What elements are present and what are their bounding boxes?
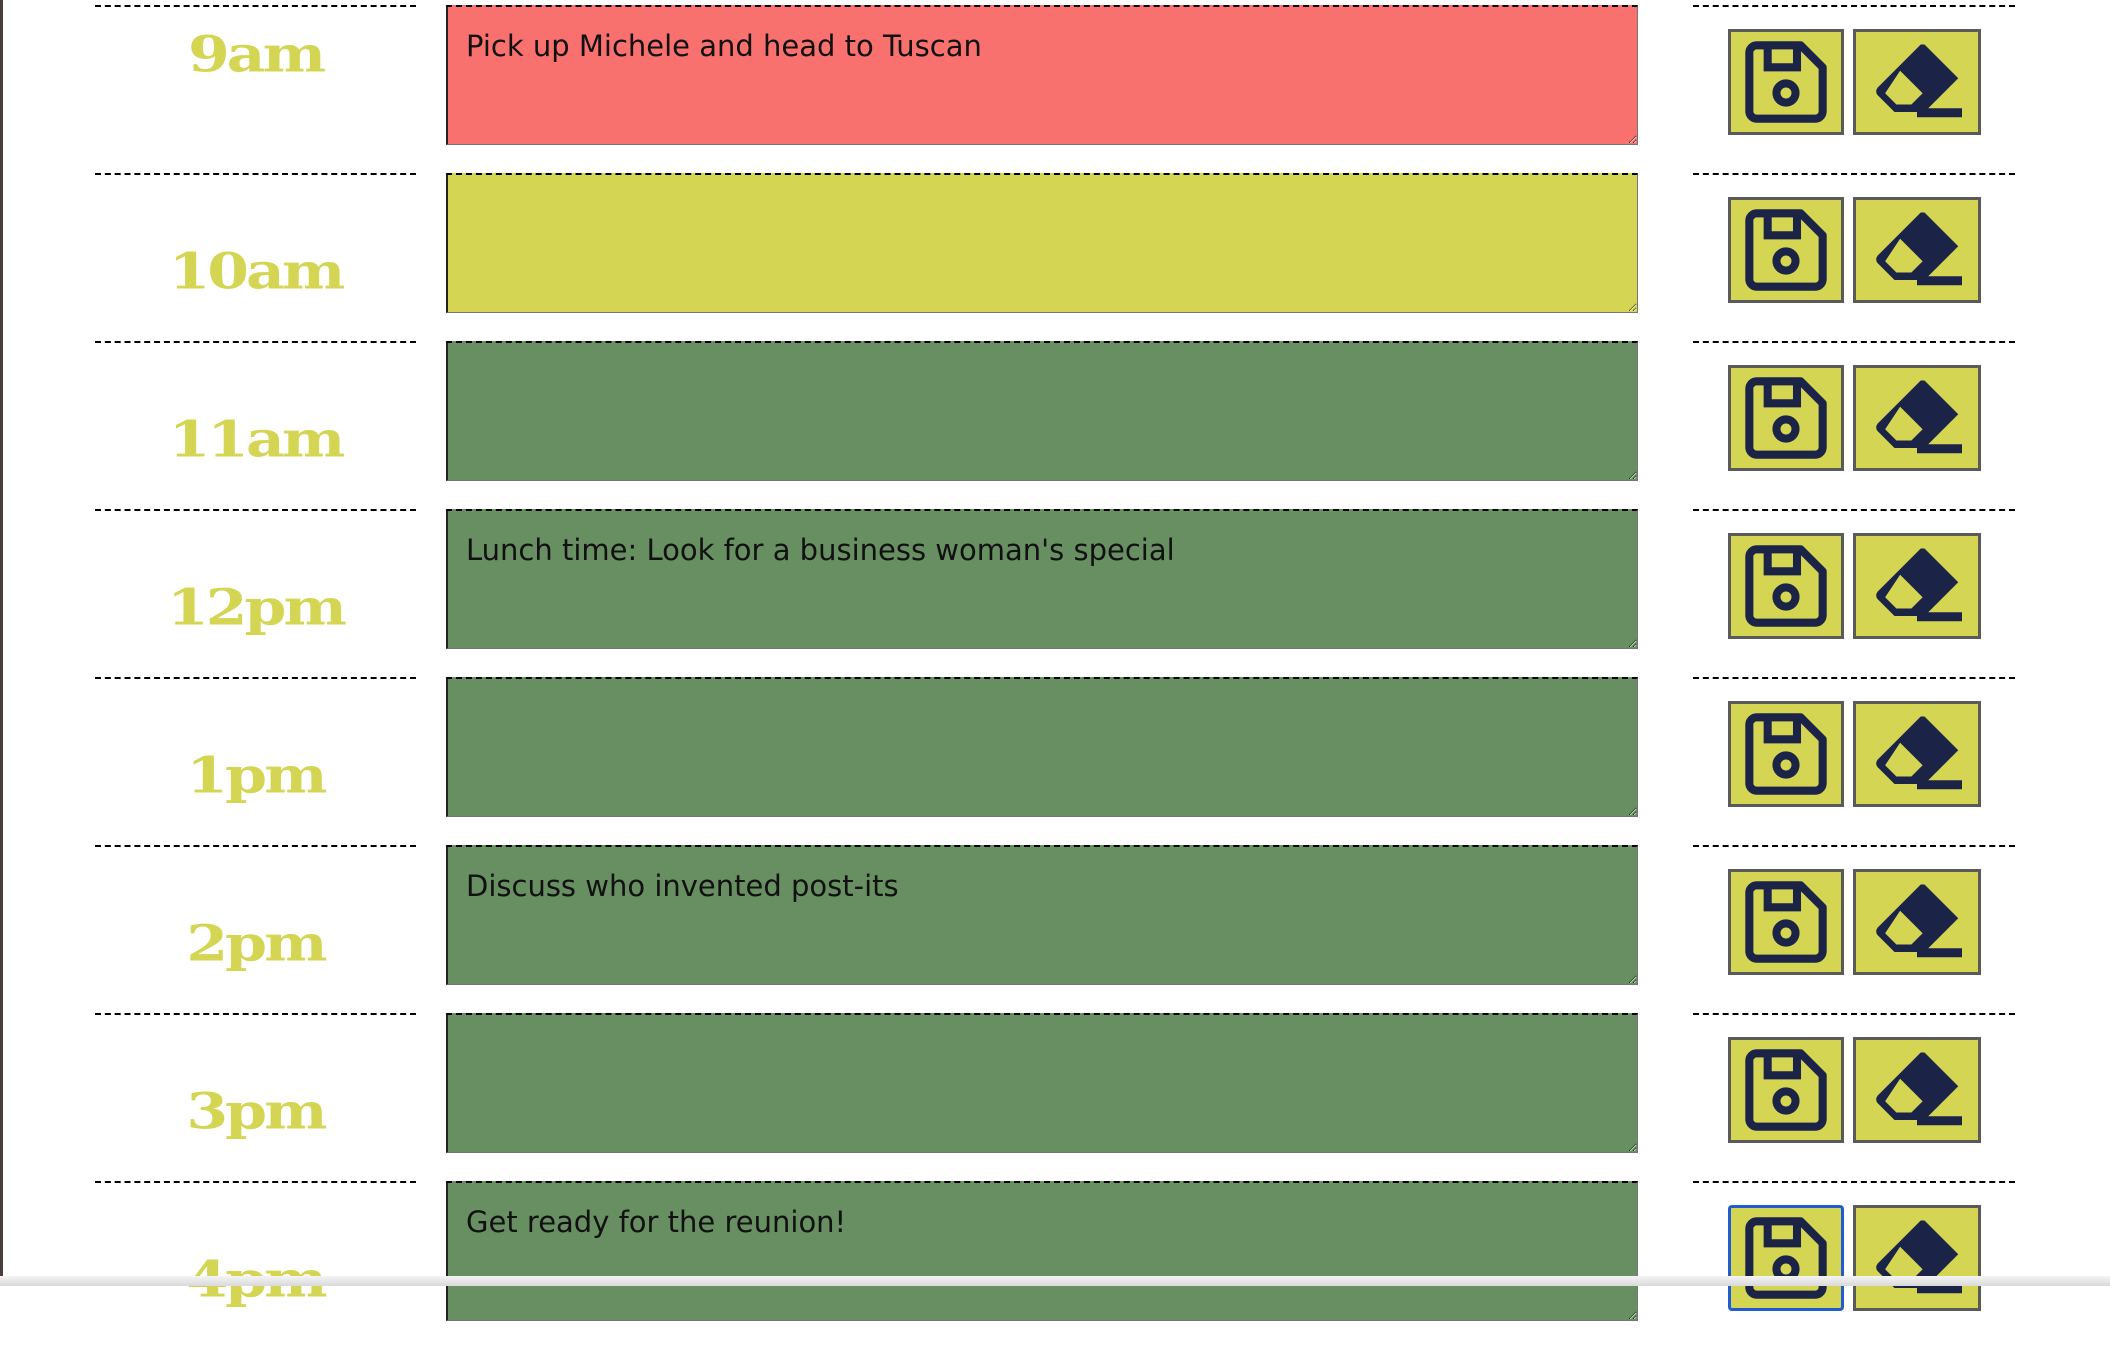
hour-label: 10am: [168, 243, 346, 301]
clear-button[interactable]: [1853, 365, 1981, 471]
hour-cell: 3pm: [95, 1013, 416, 1181]
floppy-disk-icon: [1745, 209, 1827, 291]
event-description-input[interactable]: Discuss who invented post-its: [446, 845, 1638, 985]
floppy-disk-icon: [1745, 545, 1827, 627]
button-cell: [1693, 1013, 2015, 1181]
eraser-icon: [1876, 44, 1962, 118]
eraser-icon: [1876, 884, 1962, 958]
save-button[interactable]: [1728, 869, 1844, 975]
time-block-4pm: 4pm Get ready for the reunion!: [0, 1181, 2110, 1349]
event-description-input[interactable]: [446, 173, 1638, 313]
button-cell: [1693, 173, 2015, 341]
event-description-input[interactable]: [446, 1013, 1638, 1153]
floppy-disk-icon: [1745, 713, 1827, 795]
floppy-disk-icon: [1745, 1217, 1827, 1299]
hour-label: 1pm: [186, 747, 327, 805]
floppy-disk-icon: [1745, 881, 1827, 963]
time-block-3pm: 3pm: [0, 1013, 2110, 1181]
clear-button[interactable]: [1853, 533, 1981, 639]
event-description-input[interactable]: Get ready for the reunion!: [446, 1181, 1638, 1321]
hour-cell: 10am: [95, 173, 416, 341]
event-description-input[interactable]: Pick up Michele and head to Tuscan: [446, 5, 1638, 145]
save-button[interactable]: [1728, 1205, 1844, 1311]
save-button[interactable]: [1728, 1037, 1844, 1143]
button-cell: [1693, 341, 2015, 509]
eraser-icon: [1876, 548, 1962, 622]
time-block-10am: 10am: [0, 173, 2110, 341]
day-planner: 9am Pick up Michele and head to Tuscan 1…: [0, 0, 2110, 1321]
time-block-12pm: 12pm Lunch time: Look for a business wom…: [0, 509, 2110, 677]
button-cell: [1693, 1181, 2015, 1349]
save-button[interactable]: [1728, 197, 1844, 303]
hour-cell: 11am: [95, 341, 416, 509]
floppy-disk-icon: [1745, 377, 1827, 459]
clear-button[interactable]: [1853, 701, 1981, 807]
save-button[interactable]: [1728, 701, 1844, 807]
clear-button[interactable]: [1853, 29, 1981, 135]
clear-button[interactable]: [1853, 1205, 1981, 1311]
button-cell: [1693, 677, 2015, 845]
button-cell: [1693, 845, 2015, 1013]
hour-cell: 9am: [95, 5, 416, 173]
button-cell: [1693, 509, 2015, 677]
event-description-input[interactable]: [446, 341, 1638, 481]
time-block-9am: 9am Pick up Michele and head to Tuscan: [0, 5, 2110, 173]
hour-label: 3pm: [186, 1083, 327, 1141]
time-block-2pm: 2pm Discuss who invented post-its: [0, 845, 2110, 1013]
clear-button[interactable]: [1853, 197, 1981, 303]
hour-cell: 2pm: [95, 845, 416, 1013]
hour-cell: 4pm: [95, 1181, 416, 1349]
save-button[interactable]: [1728, 533, 1844, 639]
time-block-11am: 11am: [0, 341, 2110, 509]
clear-button[interactable]: [1853, 869, 1981, 975]
eraser-icon: [1876, 380, 1962, 454]
hour-label: 12pm: [167, 579, 347, 637]
time-block-1pm: 1pm: [0, 677, 2110, 845]
hour-label: 11am: [168, 411, 346, 469]
eraser-icon: [1876, 1052, 1962, 1126]
eraser-icon: [1876, 1220, 1962, 1294]
clear-button[interactable]: [1853, 1037, 1981, 1143]
hour-label: 2pm: [186, 915, 327, 973]
button-cell: [1693, 5, 2015, 173]
event-description-input[interactable]: [446, 677, 1638, 817]
save-button[interactable]: [1728, 365, 1844, 471]
eraser-icon: [1876, 212, 1962, 286]
eraser-icon: [1876, 716, 1962, 790]
hour-cell: 12pm: [95, 509, 416, 677]
event-description-input[interactable]: Lunch time: Look for a business woman's …: [446, 509, 1638, 649]
hour-cell: 1pm: [95, 677, 416, 845]
floppy-disk-icon: [1745, 1049, 1827, 1131]
floppy-disk-icon: [1745, 41, 1827, 123]
hour-label: 9am: [187, 26, 326, 84]
save-button[interactable]: [1728, 29, 1844, 135]
window-bottom-edge: [0, 1276, 2110, 1286]
